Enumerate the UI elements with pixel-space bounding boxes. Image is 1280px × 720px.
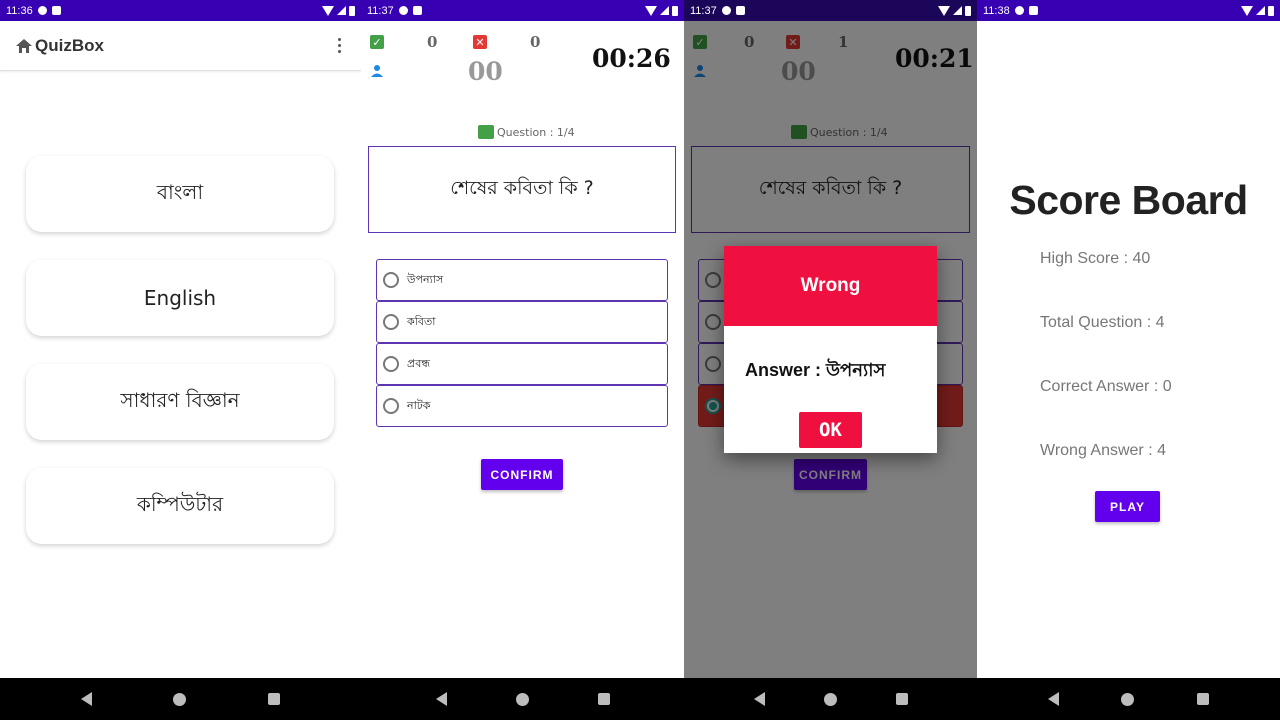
subject-screen: 11:36 QuizBox বাংলা English সাধারণ বিজ্ঞ… [0, 0, 361, 720]
signal-icon [660, 6, 669, 15]
status-time: 11:37 [367, 4, 394, 17]
high-score: High Score : 40 [1040, 250, 1151, 267]
wrong-answer: Wrong Answer : 4 [1040, 442, 1166, 459]
sim-icon [51, 6, 61, 15]
home-nav-icon[interactable] [173, 692, 187, 706]
dialog-title: Wrong [724, 246, 937, 326]
option-3[interactable]: প্রবন্ধ [376, 343, 668, 385]
notification-icon [1014, 6, 1024, 15]
notification-icon [721, 6, 731, 15]
question-box: শেষের কবিতা কি ? [368, 146, 676, 233]
wrong-icon: ✕ [473, 35, 487, 49]
wifi-icon [645, 5, 657, 16]
option-2[interactable]: কবিতা [376, 301, 668, 343]
radio-button[interactable] [383, 398, 399, 414]
option-4[interactable]: নাটক [376, 385, 668, 427]
timer: 00:26 [592, 44, 671, 73]
option-label: নাটক [407, 398, 431, 412]
back-icon[interactable] [1048, 692, 1060, 706]
notification-icon [398, 6, 408, 15]
nav-bar [977, 678, 1280, 720]
battery-icon [349, 5, 355, 16]
score-board-screen: 11:38 Score Board High Score : 40 Total … [977, 0, 1280, 720]
subject-card-general-science[interactable]: সাধারণ বিজ্ঞান [26, 364, 334, 440]
status-bar: 11:37 [684, 0, 977, 21]
signal-icon [337, 6, 346, 15]
wrong-answer-dialog: Wrong Answer : উপন্যাস OK [724, 246, 937, 453]
home-icon[interactable] [16, 38, 32, 53]
recents-icon[interactable] [597, 693, 610, 705]
question-counter-text: Question : 1/4 [497, 125, 575, 139]
recents-icon[interactable] [268, 693, 281, 705]
status-time: 11:38 [983, 4, 1010, 17]
signal-icon [953, 6, 962, 15]
nav-bar [361, 678, 684, 720]
dialog-answer: Answer : উপন্যাস [745, 360, 886, 380]
back-icon[interactable] [435, 692, 447, 706]
status-bar: 11:36 [0, 0, 361, 21]
chat-icon [478, 125, 494, 139]
notification-icon [37, 6, 47, 15]
signal-icon [1256, 6, 1265, 15]
correct-count: 0 [427, 33, 438, 51]
radio-button[interactable] [383, 272, 399, 288]
wifi-icon [938, 5, 950, 16]
correct-icon: ✓ [370, 35, 384, 49]
battery-icon [1268, 5, 1274, 16]
sim-icon [412, 6, 422, 15]
status-bar: 11:38 [977, 0, 1280, 21]
correct-answer: Correct Answer : 0 [1040, 378, 1172, 395]
option-label: কবিতা [407, 314, 436, 328]
sim-icon [1028, 6, 1038, 15]
app-bar: QuizBox [0, 21, 361, 71]
app-title: QuizBox [35, 35, 104, 55]
battery-icon [965, 5, 971, 16]
home-nav-icon[interactable] [515, 692, 529, 706]
quiz-screen-wrong-dialog: 11:37 ✓ 0 ✕ 1 00 00:21 Question : 1/4 শে… [684, 0, 977, 720]
subject-card-bangla[interactable]: বাংলা [26, 156, 334, 232]
play-button[interactable]: PLAY [1095, 491, 1160, 522]
confirm-button[interactable]: CONFIRM [481, 459, 563, 490]
subject-card-english[interactable]: English [26, 260, 334, 336]
home-nav-icon[interactable] [1121, 692, 1135, 706]
option-label: প্রবন্ধ [407, 356, 431, 370]
overflow-menu-icon[interactable] [334, 34, 345, 57]
wrong-count: 0 [530, 33, 541, 51]
option-1[interactable]: উপন্যাস [376, 259, 668, 301]
nav-bar [0, 678, 361, 720]
radio-button[interactable] [383, 356, 399, 372]
sim-icon [735, 6, 745, 15]
dialog-ok-button[interactable]: OK [799, 412, 862, 448]
nav-bar [684, 678, 977, 720]
recents-icon[interactable] [1196, 693, 1209, 705]
wifi-icon [322, 5, 334, 16]
status-time: 11:37 [690, 4, 717, 17]
question-counter: Question : 1/4 [478, 125, 575, 139]
user-icon [371, 65, 383, 77]
status-time: 11:36 [6, 4, 33, 17]
status-bar: 11:37 [361, 0, 684, 21]
recents-icon[interactable] [895, 693, 908, 705]
score-board-title: Score Board [1009, 177, 1248, 223]
back-icon[interactable] [80, 692, 92, 706]
score-value: 00 [468, 57, 503, 86]
radio-button[interactable] [383, 314, 399, 330]
back-icon[interactable] [753, 692, 765, 706]
option-label: উপন্যাস [407, 272, 444, 286]
home-nav-icon[interactable] [823, 692, 837, 706]
subject-card-computer[interactable]: কম্পিউটার [26, 468, 334, 544]
wifi-icon [1241, 5, 1253, 16]
total-question: Total Question : 4 [1040, 314, 1165, 331]
battery-icon [672, 5, 678, 16]
quiz-screen: 11:37 ✓ 0 ✕ 0 00 00:26 Question : 1/4 শে… [361, 0, 684, 720]
